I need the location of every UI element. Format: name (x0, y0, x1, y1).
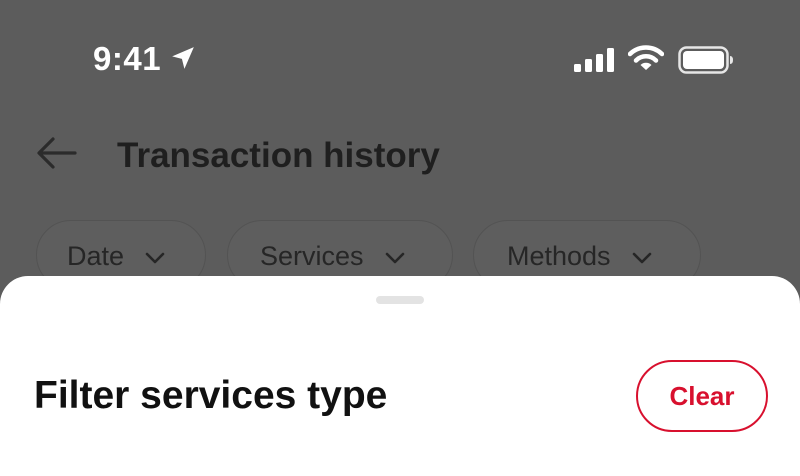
app-header: Transaction history (0, 120, 800, 190)
clear-button[interactable]: Clear (636, 360, 768, 432)
chevron-down-icon (145, 252, 165, 264)
page-title: Transaction history (117, 136, 440, 175)
sheet-title: Filter services type (34, 374, 388, 417)
battery-icon (678, 46, 733, 74)
filter-chip-label: Services (260, 241, 364, 271)
back-arrow-icon[interactable] (36, 136, 78, 170)
bottom-sheet: Filter services type Clear (0, 276, 800, 476)
sheet-grabber-handle[interactable] (376, 296, 424, 304)
cellular-signal-icon (574, 48, 614, 72)
chevron-down-icon (632, 252, 651, 264)
wifi-icon (628, 45, 664, 70)
status-time: 9:41 (93, 40, 162, 77)
status-bar: 9:41 (0, 0, 800, 110)
filter-chip-label: Methods (507, 241, 611, 271)
chevron-down-icon (385, 252, 404, 264)
location-arrow-icon (172, 47, 194, 69)
filter-chip-label: Date (67, 241, 125, 271)
